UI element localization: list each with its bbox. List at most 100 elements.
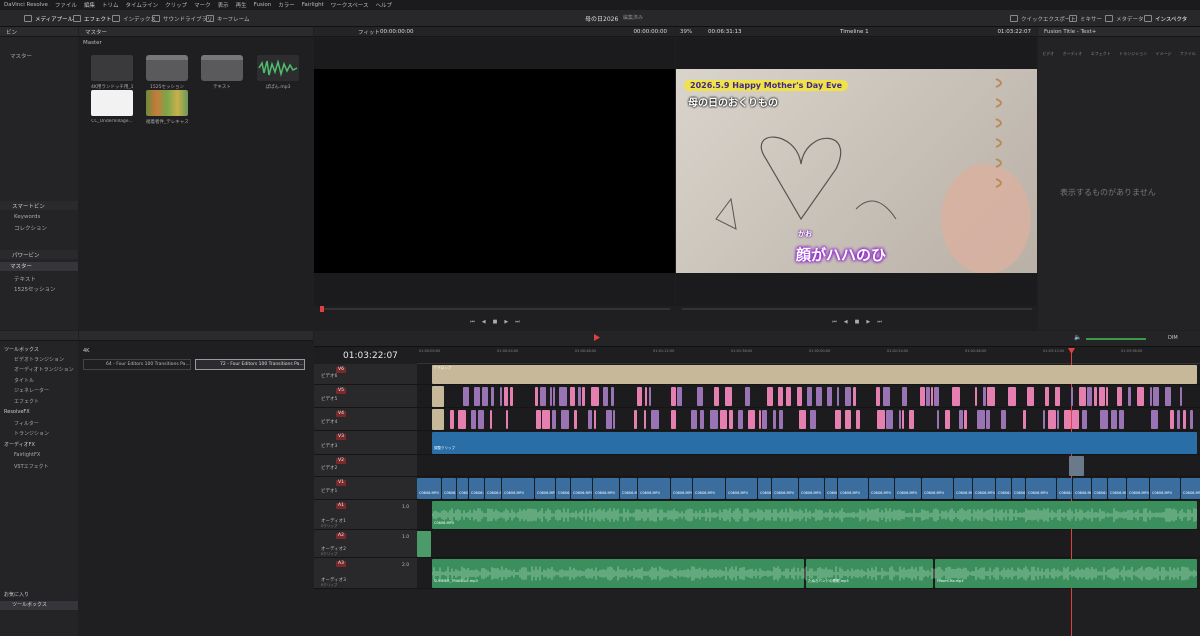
video-clip[interactable]: C0606.MP4 — [620, 478, 637, 499]
favorites-section[interactable]: お気に入り — [4, 591, 29, 598]
menu-item[interactable]: DaVinci Resolve — [4, 2, 48, 8]
video-clip[interactable]: C0606.MP4 — [417, 478, 441, 499]
menu-item[interactable]: ファイル — [55, 1, 77, 9]
fx-tree-item[interactable]: フィルター — [14, 420, 39, 427]
quick-export-button[interactable]: クイックエクスポート — [1010, 13, 1076, 24]
menu-item[interactable]: タイムライン — [125, 1, 158, 9]
overlay-clip[interactable] — [799, 410, 806, 429]
video-clip[interactable]: C0606.MP4 — [1026, 478, 1056, 499]
overlay-clip[interactable] — [570, 387, 575, 406]
video-clip[interactable]: C0606.MP4 — [825, 478, 837, 499]
overlay-clip[interactable] — [1119, 410, 1124, 429]
power-bin-master[interactable]: マスター — [0, 262, 78, 271]
overlay-clip[interactable] — [552, 410, 556, 429]
overlay-clip[interactable] — [1150, 387, 1152, 406]
overlay-clip[interactable] — [987, 387, 995, 406]
overlay-clip[interactable] — [463, 387, 469, 406]
speaker-icon[interactable]: 🔈 — [1074, 334, 1082, 342]
overlay-clip[interactable] — [909, 410, 914, 429]
source-zoom[interactable]: フィット — [358, 28, 380, 36]
track-header-v4[interactable]: V4 ビデオ4 — [314, 408, 417, 431]
overlay-clip[interactable] — [644, 410, 646, 429]
menu-item[interactable]: トリム — [102, 1, 119, 9]
video-clip[interactable]: C0606.MP4 — [502, 478, 534, 499]
overlay-clip[interactable] — [877, 410, 885, 429]
overlay-clip[interactable] — [945, 410, 950, 429]
menu-item[interactable]: 再生 — [236, 1, 247, 9]
overlay-clip[interactable] — [977, 410, 985, 429]
overlay-clip[interactable] — [1087, 387, 1092, 406]
v6-text-clip[interactable]: T テロップ — [432, 365, 1197, 384]
inspector-tab[interactable]: オーディオ — [1063, 51, 1083, 57]
overlay-clip[interactable] — [535, 387, 538, 406]
overlay-clip[interactable] — [1099, 387, 1105, 406]
menu-item[interactable]: ワークスペース — [331, 1, 369, 9]
overlay-clip[interactable] — [856, 410, 860, 429]
overlay-clip[interactable] — [613, 410, 615, 429]
overlay-clip[interactable] — [1165, 387, 1171, 406]
overlay-clip[interactable] — [671, 410, 676, 429]
power-bin-item[interactable]: 1525セッション — [14, 285, 56, 293]
overlay-clip[interactable] — [540, 387, 546, 406]
overlay-clip[interactable] — [637, 387, 642, 406]
overlay-clip[interactable] — [697, 387, 703, 406]
overlay-clip[interactable] — [458, 410, 466, 429]
overlay-clip[interactable] — [952, 387, 960, 406]
media-clip[interactable]: 4K用ランドッチ用_1920 — [91, 55, 133, 90]
overlay-clip[interactable] — [1111, 410, 1117, 429]
video-clip[interactable]: C0606.MP4 — [772, 478, 798, 499]
overlay-clip[interactable] — [931, 387, 933, 406]
overlay-clip[interactable] — [1117, 387, 1122, 406]
menu-item[interactable]: 編集 — [84, 1, 95, 9]
fx-tree-item[interactable]: ResolveFX — [4, 409, 30, 415]
overlay-clip[interactable] — [1100, 410, 1108, 429]
video-clip[interactable]: C0606.MP4 — [1127, 478, 1149, 499]
inspector-tab[interactable]: トランジション — [1119, 51, 1147, 57]
overlay-clip[interactable] — [506, 410, 508, 429]
overlay-clip[interactable] — [902, 387, 907, 406]
video-clip[interactable]: C0606.MP4 — [869, 478, 894, 499]
power-bins-section[interactable]: パワービン — [0, 250, 78, 259]
overlay-clip[interactable] — [1057, 410, 1059, 429]
overlay-clip[interactable] — [474, 387, 480, 406]
skip-back-icon[interactable]: ⏮ — [470, 319, 475, 325]
dim-button[interactable]: DIM — [1168, 335, 1178, 341]
fx-tree-item[interactable]: VSTエフェクト — [14, 463, 49, 470]
video-clip[interactable]: C0606.MP4 — [556, 478, 570, 499]
play-reverse-icon[interactable]: ◀ — [482, 319, 486, 325]
overlay-clip[interactable] — [810, 410, 816, 429]
overlay-clip[interactable] — [807, 387, 812, 406]
overlay-clip[interactable] — [1170, 410, 1174, 429]
overlay-clip[interactable] — [582, 387, 585, 406]
inspector-tab[interactable]: エフェクト — [1091, 51, 1111, 57]
overlay-clip[interactable] — [778, 387, 783, 406]
overlay-clip[interactable] — [1008, 387, 1016, 406]
video-clip[interactable]: C0606.MP4 — [469, 478, 484, 499]
overlay-clip[interactable] — [886, 410, 893, 429]
overlay-clip[interactable] — [934, 387, 939, 406]
video-clip[interactable]: C0606.MP4 — [726, 478, 757, 499]
menu-item[interactable]: 表示 — [218, 1, 229, 9]
overlay-clip[interactable] — [714, 387, 719, 406]
overlay-clip[interactable] — [478, 410, 484, 429]
video-clip[interactable]: C0606.MP4 — [922, 478, 953, 499]
overlay-clip[interactable] — [1055, 387, 1060, 406]
overlay-clip[interactable] — [1072, 410, 1079, 429]
overlay-clip[interactable] — [827, 387, 832, 406]
overlay-clip[interactable] — [1023, 410, 1026, 429]
overlay-clip[interactable] — [1082, 410, 1087, 429]
media-folder[interactable]: 1525セッション — [146, 55, 188, 90]
overlay-clip[interactable] — [500, 387, 502, 406]
video-clip[interactable]: C0606.MP4 — [895, 478, 921, 499]
stop-icon[interactable]: ■ — [855, 319, 860, 325]
video-clip[interactable]: C0606.MP4 — [1012, 478, 1025, 499]
overlay-clip[interactable] — [700, 410, 704, 429]
source-scrubber[interactable] — [320, 306, 670, 312]
fx-tree-item[interactable]: エフェクト — [14, 398, 39, 405]
overlay-clip[interactable] — [1190, 410, 1193, 429]
overlay-clip[interactable] — [504, 387, 508, 406]
fx-tree-item[interactable]: ジェネレーター — [14, 387, 49, 394]
overlay-clip[interactable] — [490, 410, 492, 429]
overlay-clip[interactable] — [926, 387, 930, 406]
track-header-v1[interactable]: V1 ビデオ1 — [314, 477, 417, 500]
